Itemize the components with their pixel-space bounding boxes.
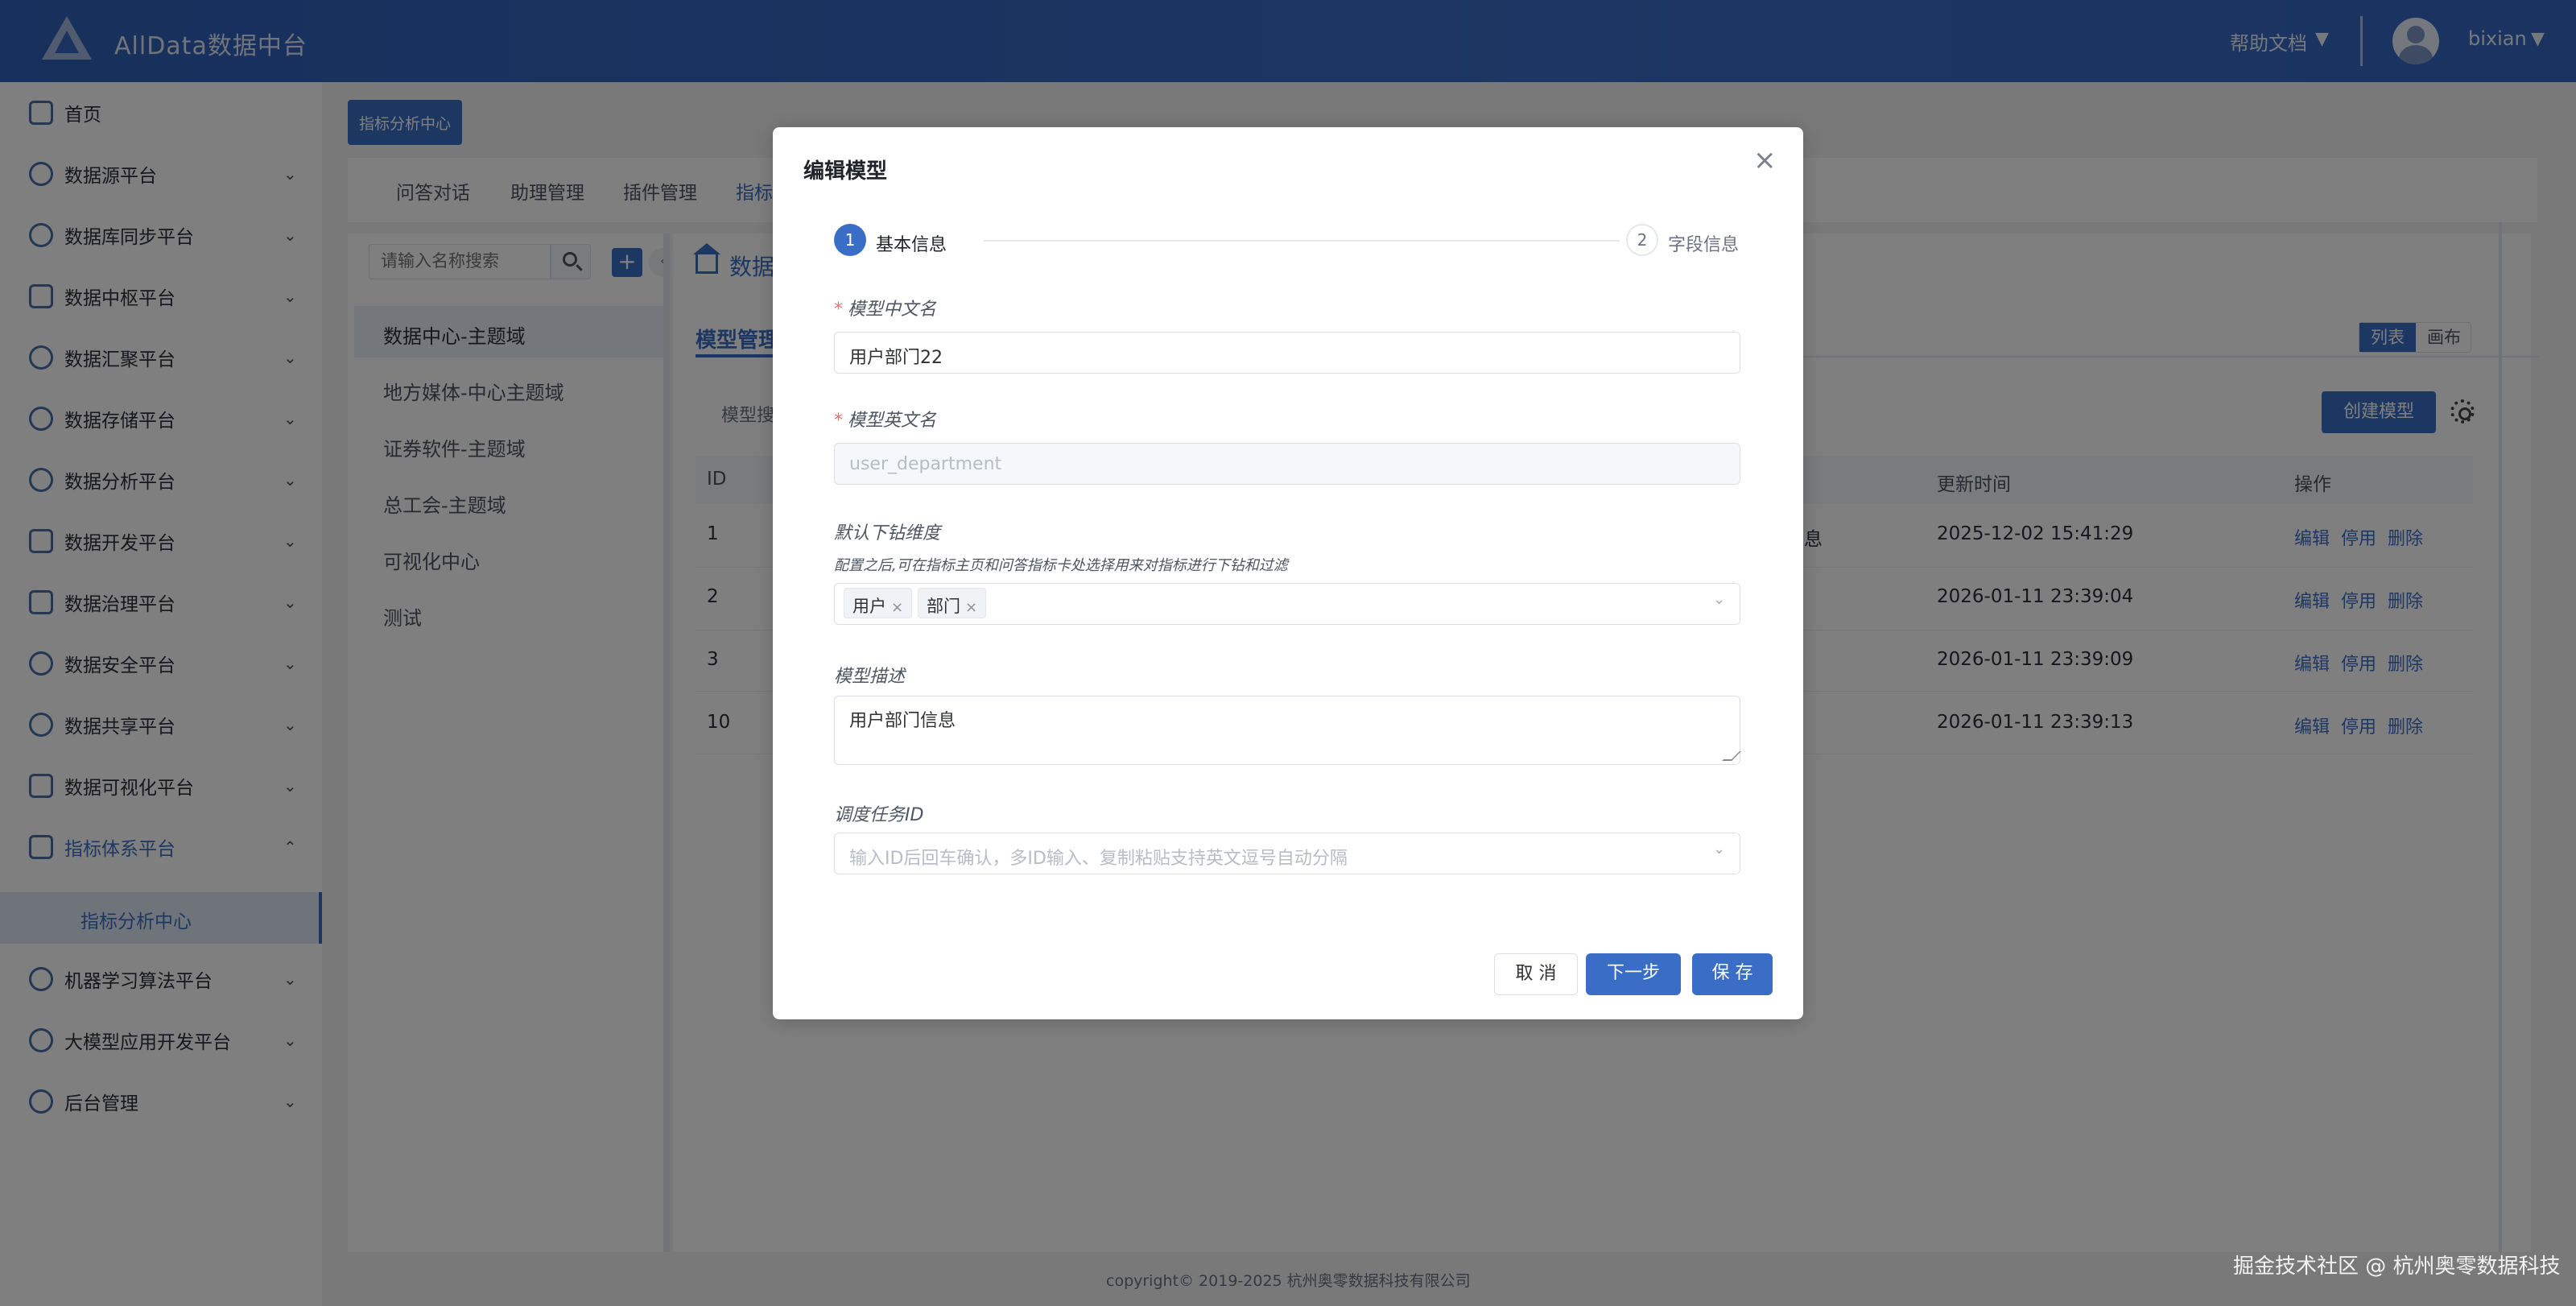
required-mark: * bbox=[834, 300, 843, 320]
dim-chip: 用户 × bbox=[844, 588, 913, 618]
edit-model-dialog: 编辑模型 × 1 基本信息 2 字段信息 * 模型中文名 用户部门22 * 模型英文… bbox=[773, 127, 1803, 1019]
cancel-button[interactable]: 取 消 bbox=[1494, 953, 1578, 995]
save-button[interactable]: 保 存 bbox=[1692, 953, 1773, 995]
close-icon[interactable]: × bbox=[1753, 147, 1777, 174]
dialog-title: 编辑模型 bbox=[803, 159, 888, 184]
task-label: 调度任务ID bbox=[834, 805, 924, 825]
dim-hint: 配置之后,可在指标主页和问答指标卡处选择用来对指标进行下钻和过滤 bbox=[834, 557, 1288, 574]
next-button[interactable]: 下一步 bbox=[1586, 953, 1681, 995]
chip-label: 部门 bbox=[927, 597, 960, 616]
desc-textarea[interactable]: 用户部门信息 bbox=[834, 696, 1741, 765]
resize-handle-icon[interactable] bbox=[1722, 751, 1741, 761]
en-name-input: user_department bbox=[834, 443, 1740, 485]
step-2-indicator: 2 bbox=[1626, 224, 1658, 256]
step-1-label: 基本信息 bbox=[876, 235, 947, 255]
watermark: 掘金技术社区 @ 杭州奥零数据科技 bbox=[2233, 1254, 2561, 1279]
desc-label: 模型描述 bbox=[834, 667, 906, 687]
chevron-down-icon[interactable]: ⌄ bbox=[1713, 591, 1725, 608]
chip-label: 用户 bbox=[852, 597, 886, 616]
chip-close-icon[interactable]: × bbox=[965, 599, 977, 616]
task-id-input[interactable]: 输入ID后回车确认，多ID输入、复制粘贴支持英文逗号自动分隔 bbox=[834, 833, 1740, 874]
chip-close-icon[interactable]: × bbox=[891, 599, 903, 616]
cn-name-input[interactable]: 用户部门22 bbox=[834, 332, 1740, 374]
dim-chip: 部门 × bbox=[918, 588, 987, 618]
step-1-indicator: 1 bbox=[834, 224, 866, 256]
en-name-label: * 模型英文名 bbox=[834, 406, 936, 432]
cn-name-label: * 模型中文名 bbox=[834, 295, 936, 320]
step-2-label: 字段信息 bbox=[1668, 235, 1740, 255]
desc-value: 用户部门信息 bbox=[849, 711, 956, 731]
dim-label: 默认下钻维度 bbox=[834, 523, 941, 543]
chevron-down-icon[interactable]: ⌄ bbox=[1713, 841, 1725, 858]
required-mark: * bbox=[834, 411, 843, 431]
step-connector bbox=[984, 240, 1620, 242]
cn-name-label-text: 模型中文名 bbox=[848, 300, 937, 320]
en-name-label-text: 模型英文名 bbox=[848, 411, 937, 431]
